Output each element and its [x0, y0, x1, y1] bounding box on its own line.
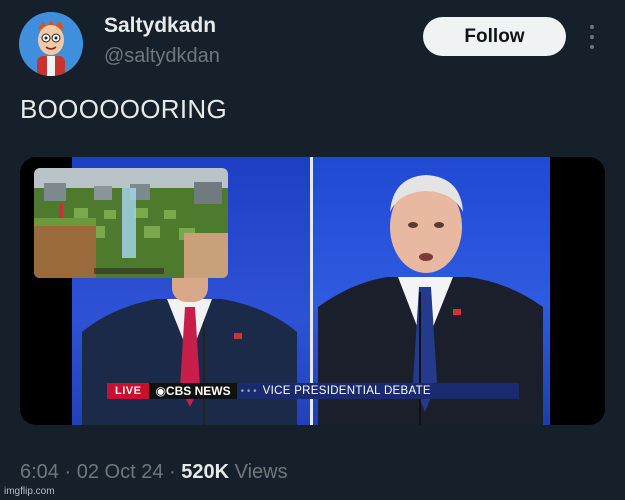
- meta-separator: ·: [169, 461, 182, 483]
- network-logo: ◉CBS NEWS: [149, 383, 237, 399]
- author-display-name[interactable]: Saltydkadn: [104, 14, 216, 38]
- more-dot: [590, 35, 594, 39]
- tweet-time[interactable]: 6:04: [20, 461, 59, 483]
- views-label: Views: [234, 461, 288, 483]
- tweet-meta: 6:04 · 02 Oct 24 · 520K Views: [20, 461, 288, 484]
- author-handle[interactable]: @saltydkdan: [104, 45, 220, 68]
- more-options-icon[interactable]: [585, 25, 599, 49]
- lower-third-headline: VICE PRESIDENTIAL DEBATE: [260, 383, 519, 399]
- news-lower-third: LIVE ◉CBS NEWS • • • VICE PRESIDENTIAL D…: [107, 383, 519, 399]
- minecraft-scene-image: [34, 168, 228, 278]
- follow-button[interactable]: Follow: [423, 17, 566, 56]
- live-badge: LIVE: [107, 383, 150, 399]
- tweet-text: BOOOOOORING: [20, 94, 227, 124]
- minecraft-gameplay-inset: [34, 168, 228, 278]
- more-dot: [590, 25, 594, 29]
- tweet-media-video[interactable]: LIVE ◉CBS NEWS • • • VICE PRESIDENTIAL D…: [20, 157, 605, 425]
- watermark: imgflip.com: [4, 486, 55, 497]
- views-count: 520K: [181, 461, 230, 483]
- more-dot: [590, 45, 594, 49]
- lower-third-separator: • • •: [236, 383, 261, 399]
- meta-separator: ·: [64, 461, 77, 483]
- avatar[interactable]: [19, 12, 83, 76]
- cartoon-avatar-image: [19, 12, 83, 76]
- tweet-date[interactable]: 02 Oct 24: [77, 461, 164, 483]
